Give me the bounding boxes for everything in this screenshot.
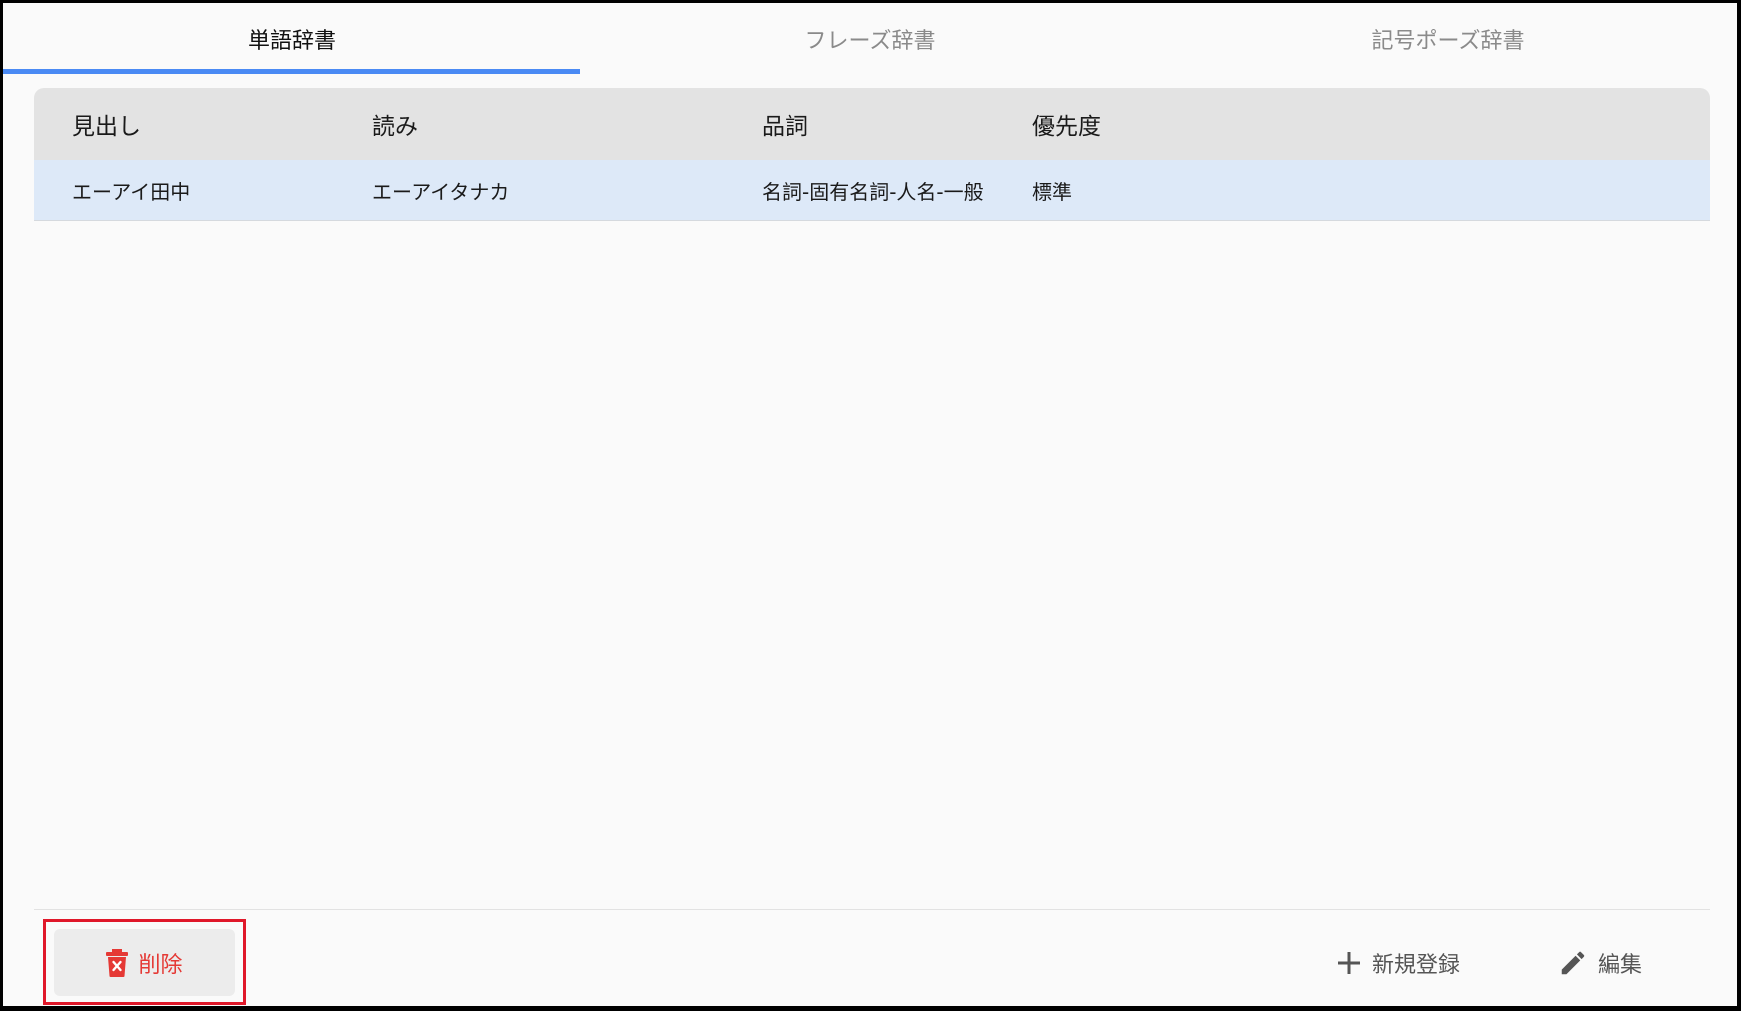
column-header-priority[interactable]: 優先度 <box>1032 88 1101 160</box>
table-header: 見出し 読み 品詞 優先度 <box>34 88 1710 160</box>
table-row[interactable]: エーアイ田中 エーアイタナカ 名詞-固有名詞-人名-一般 標準 <box>34 160 1710 221</box>
column-header-part-of-speech[interactable]: 品詞 <box>762 88 808 160</box>
edit-button[interactable]: 編集 <box>1558 941 1642 985</box>
delete-button[interactable]: 削除 <box>54 929 235 996</box>
word-table: 見出し 読み 品詞 優先度 エーアイ田中 エーアイタナカ 名詞-固有名詞-人名-… <box>34 88 1710 221</box>
pencil-icon <box>1558 948 1588 978</box>
delete-button-label: 削除 <box>138 952 183 978</box>
cell-priority: 標準 <box>1032 179 1072 204</box>
plus-icon <box>1338 952 1360 974</box>
tab-label: 記号ポーズ辞書 <box>1371 29 1525 54</box>
tab-symbol-pause-dictionary[interactable]: 記号ポーズ辞書 <box>1159 3 1737 75</box>
tab-label: フレーズ辞書 <box>804 29 936 54</box>
footer-divider <box>34 909 1710 910</box>
tab-label: 単語辞書 <box>247 29 336 54</box>
new-entry-button[interactable]: 新規登録 <box>1338 941 1460 985</box>
active-tab-indicator <box>3 69 580 74</box>
cell-part-of-speech: 名詞-固有名詞-人名-一般 <box>762 179 984 204</box>
trash-x-icon <box>106 948 129 977</box>
tab-phrase-dictionary[interactable]: フレーズ辞書 <box>581 3 1159 75</box>
cell-headword: エーアイ田中 <box>72 179 191 204</box>
new-entry-button-label: 新規登録 <box>1372 953 1461 978</box>
edit-button-label: 編集 <box>1598 953 1643 978</box>
dictionary-window: 単語辞書 フレーズ辞書 記号ポーズ辞書 見出し 読み 品詞 優先度 エーアイ田中… <box>0 0 1741 1011</box>
column-header-headword[interactable]: 見出し <box>72 88 141 160</box>
dictionary-tabs: 単語辞書 フレーズ辞書 記号ポーズ辞書 <box>3 3 1737 75</box>
cell-reading: エーアイタナカ <box>372 179 510 204</box>
column-header-reading[interactable]: 読み <box>372 88 418 160</box>
tab-word-dictionary[interactable]: 単語辞書 <box>3 3 581 75</box>
